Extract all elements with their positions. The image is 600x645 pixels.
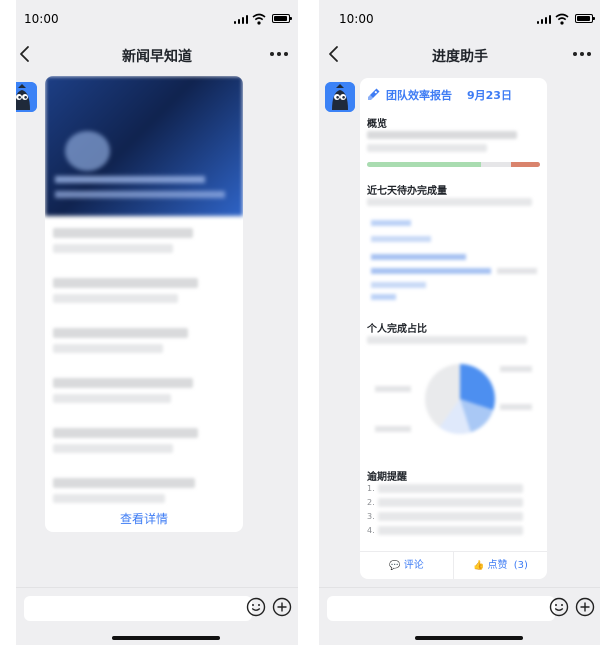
ratio-pie-chart-blurred [375, 356, 535, 446]
section-pending-title: 近七天待办完成量 [367, 186, 447, 197]
news-cover-image[interactable] [45, 76, 243, 216]
add-circle-icon[interactable] [575, 597, 595, 617]
signal-icon [537, 15, 551, 24]
news-headline-blurred [53, 244, 173, 253]
ratio-text-blurred [367, 336, 527, 344]
wifi-icon [555, 13, 569, 25]
news-headline-blurred [53, 278, 198, 288]
overview-text-blurred [367, 144, 487, 152]
battery-icon [272, 14, 292, 23]
news-headline-blurred [53, 294, 178, 303]
like-button[interactable]: 👍 点赞 (3) [454, 552, 547, 579]
overdue-item-blurred [378, 526, 523, 535]
news-headline-blurred [53, 444, 173, 453]
emoji-icon[interactable] [549, 597, 569, 617]
comment-label: 评论 [403, 560, 424, 571]
status-bar: 10:00 [319, 0, 600, 40]
bot-avatar[interactable] [16, 82, 37, 112]
pending-bar-chart-blurred [367, 216, 540, 304]
wifi-icon [252, 13, 266, 25]
overview-progress-bar [367, 162, 540, 167]
bot-mascot-icon [16, 82, 37, 112]
section-ratio-title: 个人完成占比 [367, 324, 427, 335]
news-headline-blurred [53, 428, 198, 438]
like-count: (3) [513, 560, 528, 571]
news-headline-blurred [53, 344, 163, 353]
overdue-number: 4. [367, 526, 375, 535]
news-headline-blurred [53, 228, 193, 238]
overdue-item-blurred [378, 484, 523, 493]
overdue-number: 3. [367, 512, 375, 521]
status-time: 10:00 [339, 12, 374, 26]
chat-title: 新闻早知道 [122, 49, 192, 65]
news-headline-blurred [53, 378, 193, 388]
efficiency-report-card[interactable]: 团队效率报告 9月23日 概览 近七天待办完成量 个人完成占比 逾期提醒 1. … [360, 78, 547, 579]
news-headline-blurred [53, 328, 188, 338]
message-input[interactable] [24, 596, 252, 621]
overdue-number: 1. [367, 484, 375, 493]
comment-icon: 💬 [389, 561, 401, 571]
bot-avatar[interactable] [325, 82, 355, 112]
report-title: 团队效率报告 [386, 89, 452, 102]
overview-text-blurred [367, 131, 517, 139]
section-overview-title: 概览 [367, 119, 387, 130]
thumbs-up-icon: 👍 [473, 561, 485, 571]
card-action-bar: 💬 评论 👍 点赞 (3) [360, 551, 547, 579]
news-card[interactable]: 查看详情 [45, 76, 243, 532]
battery-icon [575, 14, 595, 23]
status-bar: 10:00 [16, 0, 298, 40]
home-indicator [415, 636, 523, 640]
more-dots-icon[interactable] [270, 52, 288, 57]
overdue-item-blurred [378, 498, 523, 507]
rocket-icon [368, 88, 380, 100]
message-input-bar [319, 587, 600, 645]
left-phone-screen: 10:00 新闻早知道 查看详情 [16, 0, 298, 645]
more-dots-icon[interactable] [573, 52, 591, 57]
nav-bar: 新闻早知道 [16, 40, 298, 70]
bot-mascot-icon [325, 82, 355, 112]
chat-title: 进度助手 [432, 49, 488, 65]
right-phone-screen: 10:00 进度助手 团队效率报告 9月23日 概览 近七天待办完成量 个人完成… [319, 0, 600, 645]
signal-icon [234, 15, 248, 24]
pending-text-blurred [367, 198, 532, 206]
report-date: 9月23日 [467, 89, 512, 102]
add-circle-icon[interactable] [272, 597, 292, 617]
view-details-link[interactable]: 查看详情 [45, 510, 243, 527]
message-input-bar [16, 587, 298, 645]
overdue-item-blurred [378, 512, 523, 521]
news-headline-blurred [53, 494, 165, 503]
news-headline-blurred [53, 394, 171, 403]
like-label: 点赞 [487, 560, 508, 571]
status-time: 10:00 [24, 12, 59, 26]
overdue-number: 2. [367, 498, 375, 507]
section-overdue-title: 逾期提醒 [367, 472, 407, 483]
home-indicator [112, 636, 220, 640]
news-headline-blurred [53, 478, 195, 488]
nav-bar: 进度助手 [319, 40, 600, 70]
comment-button[interactable]: 💬 评论 [360, 552, 454, 579]
emoji-icon[interactable] [246, 597, 266, 617]
message-input[interactable] [327, 596, 555, 621]
